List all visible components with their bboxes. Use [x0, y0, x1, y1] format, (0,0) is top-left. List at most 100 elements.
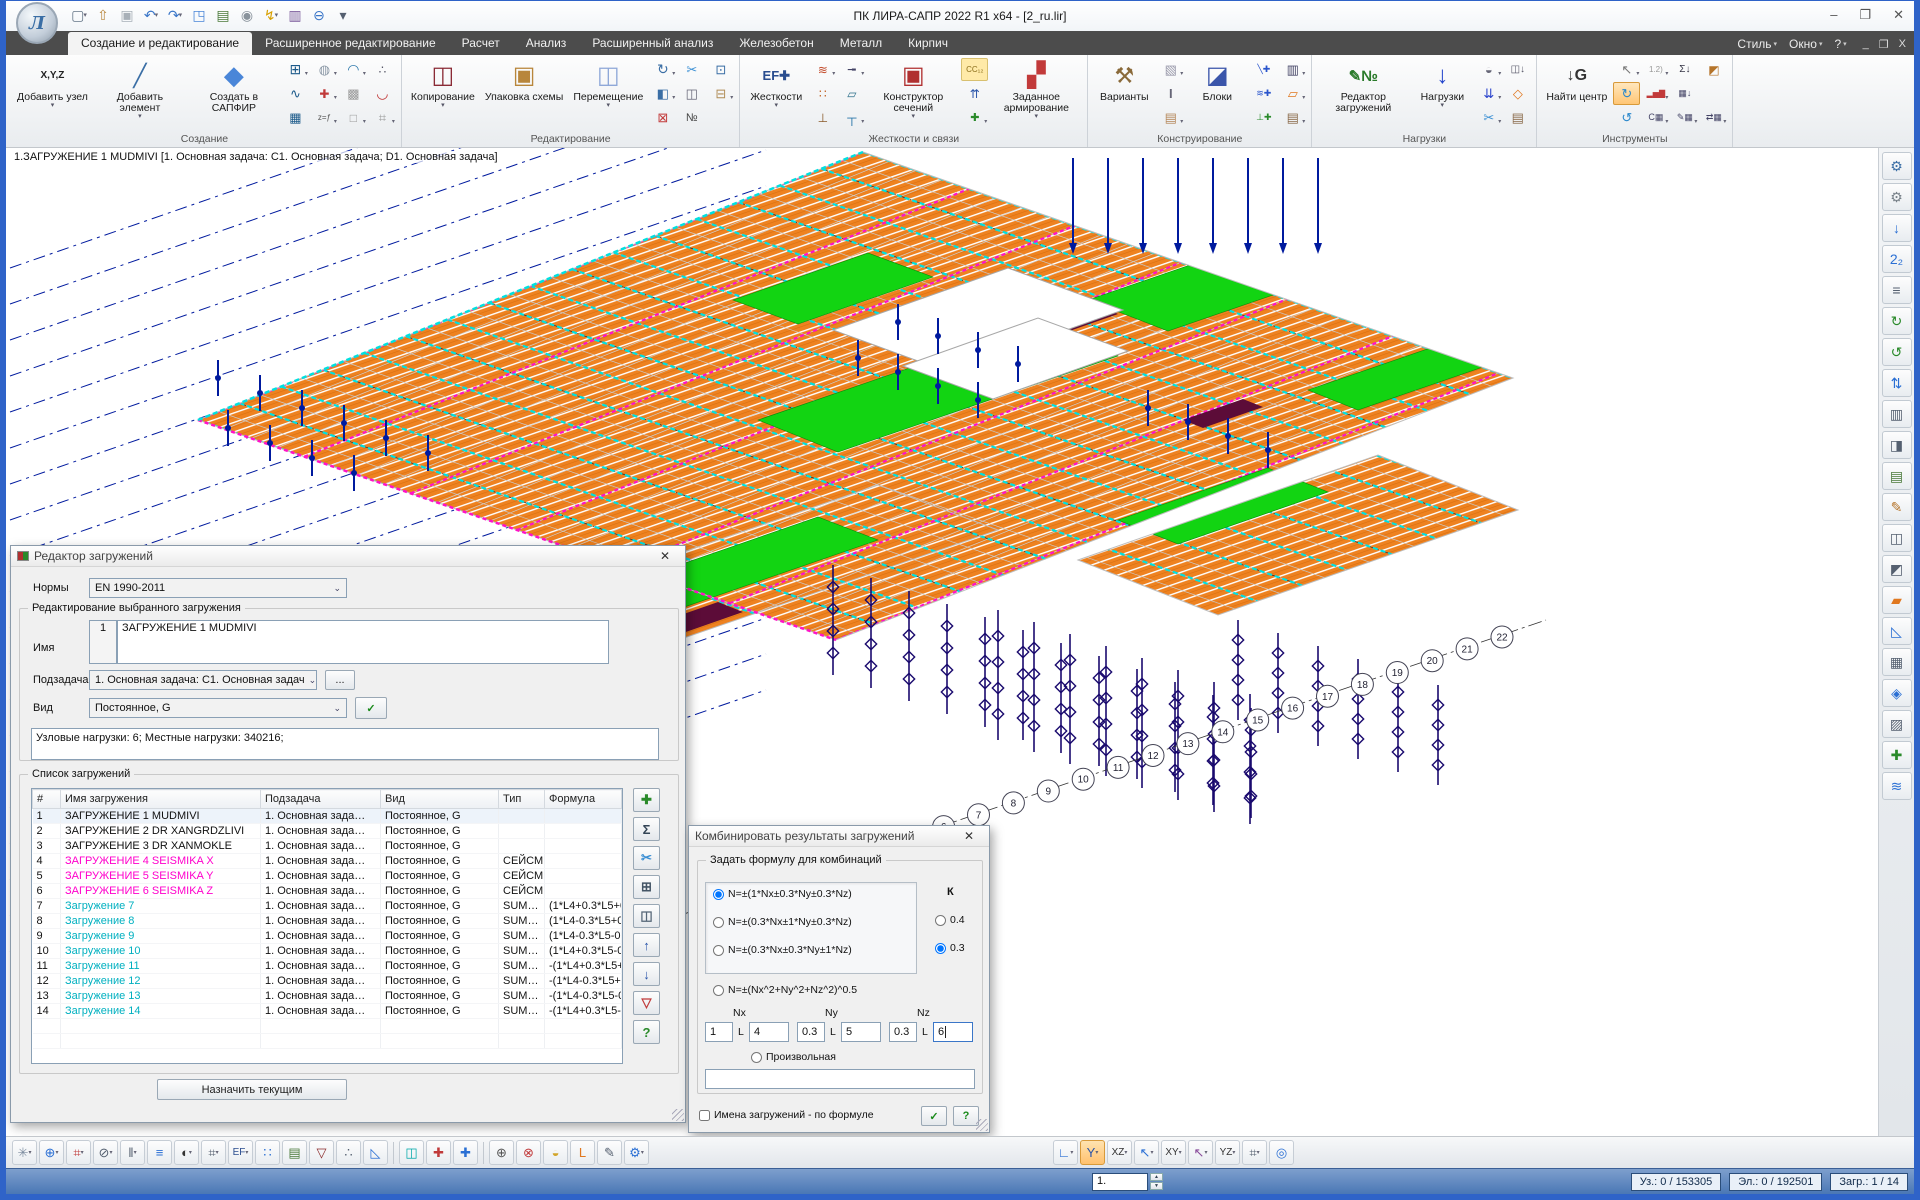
ribbon-button-dashed-plate[interactable]: □▾: [340, 106, 367, 129]
axis-field-Nx-b[interactable]: 4: [749, 1022, 789, 1042]
ribbon-button-blocks[interactable]: ◪Блоки: [1186, 56, 1248, 133]
menu-circle-button[interactable]: ≡: [147, 1140, 172, 1165]
ribbon-button-squares-down[interactable]: ▦↓: [1671, 82, 1698, 105]
ribbon-button-springs[interactable]: ≋▾: [809, 58, 836, 81]
ribbon-button-squares-refresh2[interactable]: ↺: [1613, 106, 1640, 129]
ribbon-button-wall-load[interactable]: ▤: [1504, 106, 1531, 129]
help-button[interactable]: ?: [633, 1020, 660, 1044]
swap-vertical-button[interactable]: ⇅: [1882, 369, 1912, 397]
move-down-button[interactable]: ↓: [633, 962, 660, 986]
table-row[interactable]: 14Загружение 141. Основная зада…Постоянн…: [33, 1004, 622, 1019]
ribbon-button-docs-load[interactable]: ◫↓: [1504, 58, 1531, 81]
copy-load-button[interactable]: ◫: [633, 904, 660, 928]
panel-hatch-button[interactable]: ▨: [1882, 710, 1912, 738]
cut-load-button[interactable]: ✂: [633, 846, 660, 870]
ribbon-button-copy-docs[interactable]: ◫Копирование▾: [407, 56, 479, 133]
erase-mode-button[interactable]: ⊘▾: [93, 1140, 118, 1165]
ribbon-button-node-xyz[interactable]: X,Y,ZДобавить узел▾: [13, 56, 92, 133]
ribbon-button-truss-arc[interactable]: ∿: [282, 82, 309, 105]
mdi-minimize-button[interactable]: _: [1863, 38, 1869, 51]
view-y-button[interactable]: Y▾: [1080, 1140, 1105, 1165]
column-header[interactable]: #: [33, 790, 61, 809]
ribbon-button-masses[interactable]: ∷: [809, 82, 836, 105]
ribbon-button-surface-cylinder[interactable]: ◍▾: [311, 58, 338, 81]
panel-book-button[interactable]: ▤: [1882, 462, 1912, 490]
axis-field-Nx-a[interactable]: 1: [705, 1022, 733, 1042]
ribbon-button-rotate-plates[interactable]: ↻▾: [649, 58, 676, 81]
app-logo-button[interactable]: Л: [16, 2, 58, 44]
mdi-close-button[interactable]: X: [1899, 38, 1906, 51]
zoom-cancel-button[interactable]: ⊗: [516, 1140, 541, 1165]
minimize-button[interactable]: –: [1830, 7, 1837, 23]
formula-radio-1[interactable]: N=±(0.3*Nx±1*Ny±0.3*Nz): [713, 916, 852, 928]
ribbon-button-weight[interactable]: ◒▾: [1475, 58, 1502, 81]
radio-input[interactable]: [713, 945, 724, 956]
ribbon-button-pack-box[interactable]: ▣Упаковка схемы: [481, 56, 567, 133]
radio-input[interactable]: [713, 917, 724, 928]
table-row[interactable]: 8Загружение 81. Основная зада…Постоянное…: [33, 914, 622, 929]
panel-top-button[interactable]: ◩: [1882, 555, 1912, 583]
ribbon-button-z-function[interactable]: z=ƒ▾: [311, 106, 338, 129]
grid-display-button[interactable]: ⌗▾: [201, 1140, 226, 1165]
pause-columns-button[interactable]: ‖▾: [120, 1140, 145, 1165]
view-yz-button[interactable]: YZ▾: [1215, 1140, 1240, 1165]
ribbon-button-hinge-plus[interactable]: ✚▾: [961, 106, 988, 129]
ribbon-button-rods-add[interactable]: ≋✚: [1250, 82, 1277, 105]
ribbon-button-sapfir-diamond[interactable]: ◆Создать в САПФИР: [188, 56, 280, 133]
combine-dialog-title-bar[interactable]: Комбинировать результаты загружений ✕: [689, 826, 989, 847]
ribbon-button-reinforcement[interactable]: ▞Заданное армирование▾: [990, 56, 1082, 133]
report-3d-button[interactable]: ▥: [284, 4, 306, 26]
ribbon-button-hinge[interactable]: ┬▾: [838, 106, 865, 129]
ribbon-button-mesh-plate[interactable]: ▩: [340, 82, 367, 105]
ribbon-button-node-chain[interactable]: ∴: [369, 58, 396, 81]
spinner-down-icon[interactable]: ▼: [1150, 1182, 1163, 1190]
nodes-display-button[interactable]: ∷: [255, 1140, 280, 1165]
tab-расширенное-редактирование[interactable]: Расширенное редактирование: [252, 32, 449, 55]
tab-кирпич[interactable]: Кирпич: [895, 32, 961, 55]
column-header[interactable]: Вид: [381, 790, 499, 809]
maximize-button[interactable]: ❐: [1859, 7, 1871, 23]
list-numbers-button[interactable]: ≡: [1882, 276, 1912, 304]
panel-diamond-button[interactable]: ◈: [1882, 679, 1912, 707]
ribbon-button-brick[interactable]: ▤▾: [1157, 106, 1184, 129]
panel-half-button[interactable]: ◨: [1882, 431, 1912, 459]
snap-options-button[interactable]: ✳▾: [12, 1140, 37, 1165]
load-name-field[interactable]: ЗАГРУЖЕНИЕ 1 MUDMIVI: [117, 620, 609, 664]
settings-gear-button[interactable]: ⚙▾: [624, 1140, 649, 1165]
add-marker-blue-button[interactable]: ✚: [453, 1140, 478, 1165]
ribbon-button-wall-panel[interactable]: ▤▾: [1279, 106, 1306, 129]
panel-table-button[interactable]: ▦: [1882, 648, 1912, 676]
ribbon-button-cursor-colors[interactable]: ↖▾: [1613, 58, 1640, 81]
radio-input[interactable]: [713, 889, 724, 900]
close-icon[interactable]: ✕: [955, 829, 983, 843]
ribbon-button-delete-cube[interactable]: ⊠: [649, 106, 676, 129]
toolbar-options-button[interactable]: ▾: [332, 4, 354, 26]
label-tool-button[interactable]: L: [570, 1140, 595, 1165]
panel-plus-button[interactable]: ✚: [1882, 741, 1912, 769]
axis-field-Nz-a[interactable]: 0.3: [889, 1022, 917, 1042]
model-3d-button[interactable]: ◳: [188, 4, 210, 26]
combine-ok-button[interactable]: ✓: [921, 1106, 947, 1126]
table-row[interactable]: 11Загружение 111. Основная зада…Постоянн…: [33, 959, 622, 974]
table-row[interactable]: 6ЗАГРУЖЕНИЕ 6 SEISMIKA Z1. Основная зада…: [33, 884, 622, 899]
ribbon-button-support-add[interactable]: ⊥✚: [1250, 106, 1277, 129]
load-editor-title-bar[interactable]: Редактор загружений ✕: [11, 546, 685, 567]
lock-protect-button[interactable]: ⊖: [308, 4, 330, 26]
add-load-button[interactable]: ✚: [633, 788, 660, 812]
current-load-input[interactable]: 1.: [1092, 1173, 1148, 1191]
tab-создание-и-редактирование[interactable]: Создание и редактирование: [68, 32, 252, 55]
ribbon-button-paren-12[interactable]: 1.2)▾: [1642, 58, 1669, 81]
ribbon-button-sum-down[interactable]: Σ↓: [1671, 58, 1698, 81]
ribbon-button-stiffness-up[interactable]: ⇈: [961, 82, 988, 105]
ribbon-button-plate-load[interactable]: ◇: [1504, 82, 1531, 105]
filter-loads-button[interactable]: ▽: [633, 991, 660, 1015]
close-button[interactable]: ✕: [1893, 7, 1904, 23]
axis-field-Ny-b[interactable]: 5: [841, 1022, 881, 1042]
contrast-display-button[interactable]: ◐▾: [174, 1140, 199, 1165]
panel-bar-button[interactable]: ▰: [1882, 586, 1912, 614]
column-header[interactable]: Имя загружения: [61, 790, 261, 809]
panel-two-two-button[interactable]: 2₂: [1882, 245, 1912, 273]
norms-combobox[interactable]: EN 1990-2011⌄: [89, 578, 347, 598]
ribbon-button-cc12[interactable]: CC₁₂: [961, 58, 988, 81]
view-xz-button[interactable]: XZ▾: [1107, 1140, 1132, 1165]
